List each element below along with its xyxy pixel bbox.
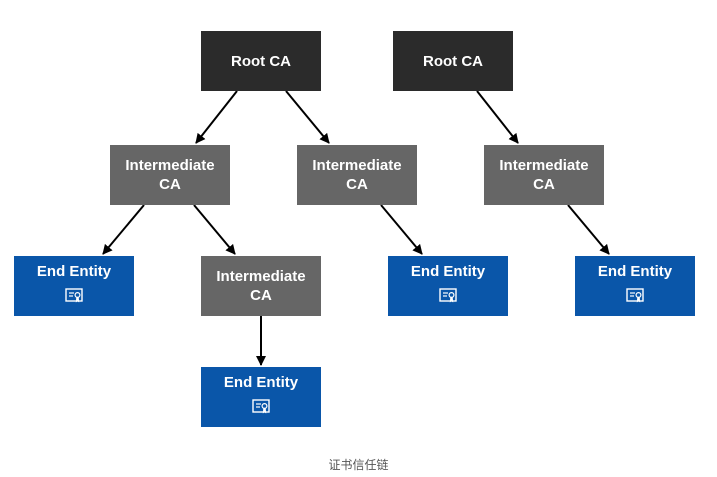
intermediate-ca-node-int3: Intermediate CA	[484, 145, 604, 205]
node-label: Intermediate	[499, 157, 589, 174]
node-label: CA	[250, 287, 272, 304]
intermediate-ca-node-int4: Intermediate CA	[201, 256, 321, 316]
arrow-int2-to-end2	[380, 204, 423, 255]
node-label: Intermediate	[125, 157, 215, 174]
certificate-icon	[252, 399, 270, 414]
arrow-root1-to-int1	[195, 90, 238, 144]
intermediate-ca-node-int1: Intermediate CA	[110, 145, 230, 205]
arrow-root2-to-int3	[476, 90, 519, 144]
node-label: End Entity	[410, 263, 486, 280]
root-ca-node-root2: Root CA	[393, 31, 513, 91]
node-label: End Entity	[36, 263, 112, 280]
root-ca-node-root1: Root CA	[201, 31, 321, 91]
end-entity-node-end3: End Entity	[575, 256, 695, 316]
end-entity-node-end1: End Entity	[14, 256, 134, 316]
node-label: Root CA	[423, 52, 483, 70]
node-label: Root CA	[231, 52, 291, 70]
certificate-icon	[626, 288, 644, 303]
node-label: CA	[346, 176, 368, 193]
arrow-root1-to-int2	[285, 90, 330, 144]
node-label: End Entity	[223, 374, 299, 391]
node-label: End Entity	[597, 263, 673, 280]
node-label: CA	[533, 176, 555, 193]
end-entity-node-end2: End Entity	[388, 256, 508, 316]
certificate-icon	[65, 288, 83, 303]
node-label: Intermediate	[216, 268, 306, 285]
diagram-caption: 证书信任链	[328, 458, 389, 472]
end-entity-node-end4: End Entity	[201, 367, 321, 427]
certificate-icon	[439, 288, 457, 303]
arrow-int1-to-int4	[193, 204, 236, 255]
certificate-chain-diagram: Root CA Root CA Intermediate CA Intermediate…	[0, 0, 717, 477]
node-label: CA	[159, 176, 181, 193]
arrow-int1-to-end1	[102, 204, 145, 255]
intermediate-ca-node-int2: Intermediate CA	[297, 145, 417, 205]
arrow-int3-to-end3	[567, 204, 610, 255]
node-label: Intermediate	[312, 157, 402, 174]
diagram-edges	[102, 90, 610, 366]
